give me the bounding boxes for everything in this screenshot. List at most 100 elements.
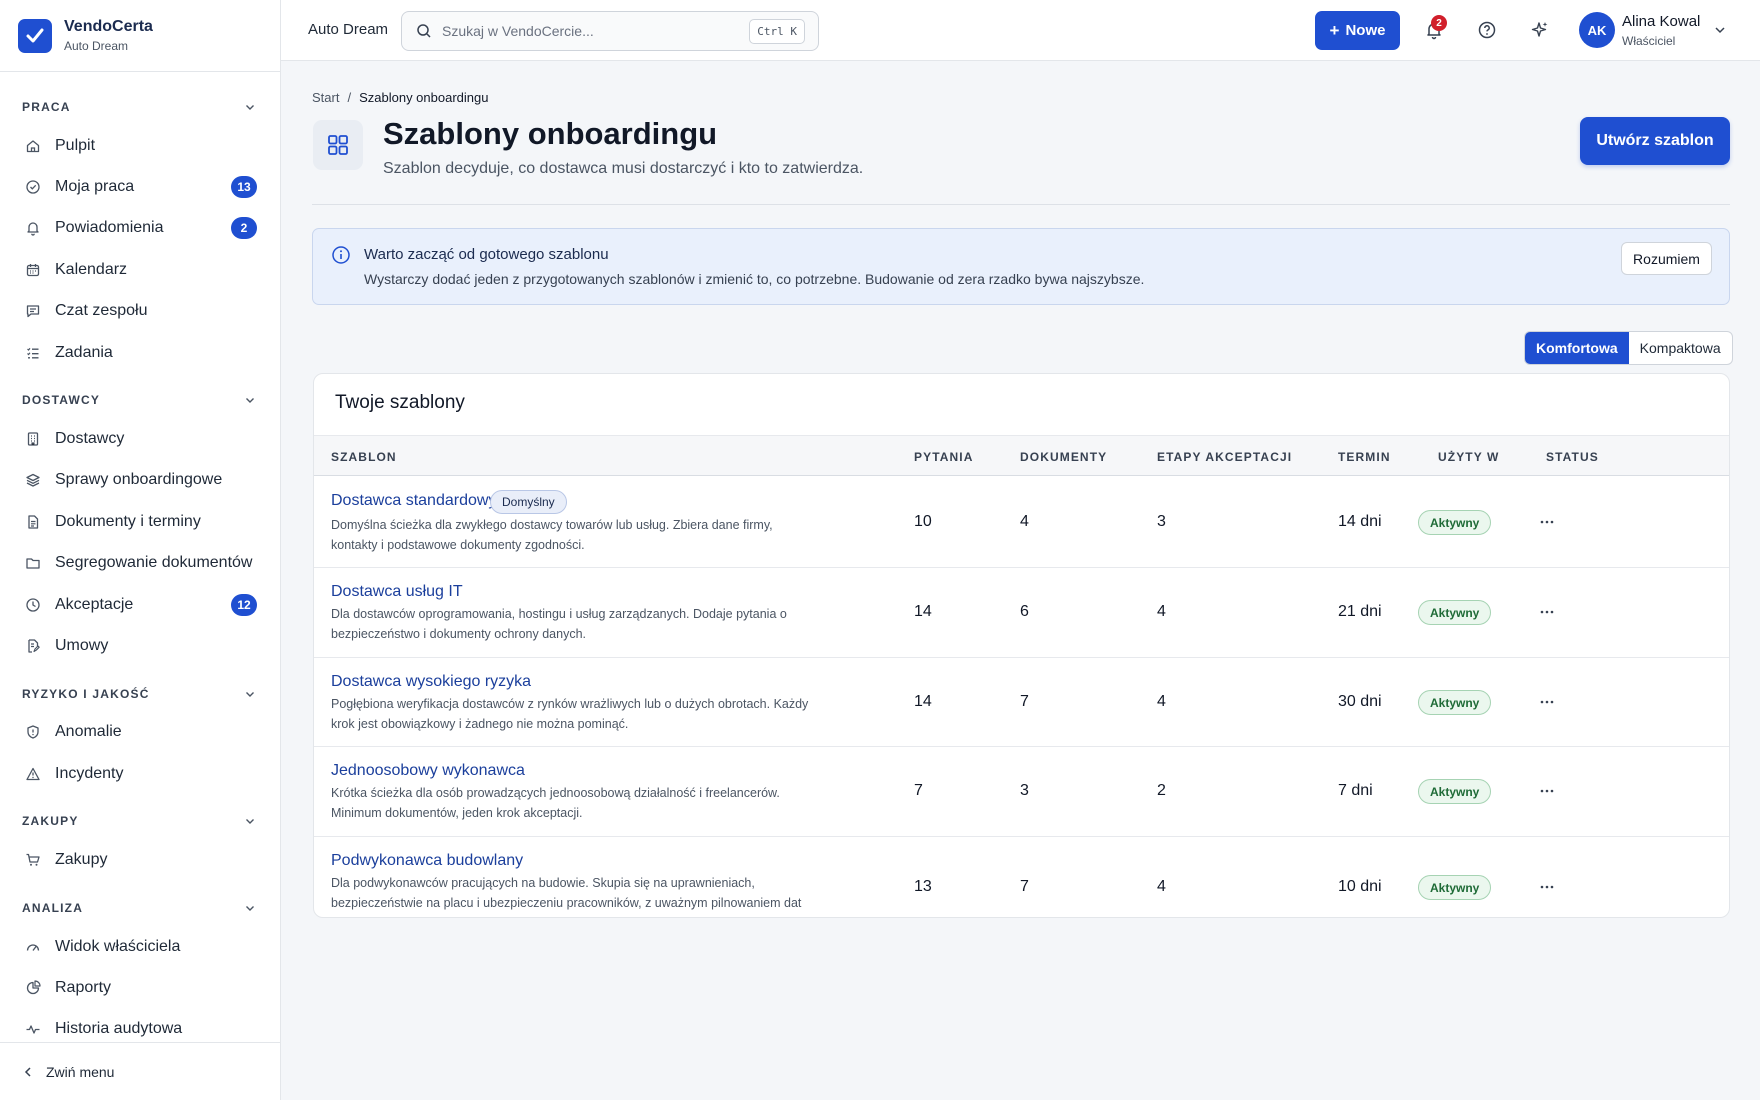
column-header[interactable]: ETAPY AKCEPTACJI [1157, 450, 1292, 464]
column-header[interactable]: STATUS [1546, 450, 1599, 464]
activity-icon [26, 1025, 40, 1034]
logo-check-icon [18, 18, 52, 53]
sidebar-item[interactable]: Sprawy onboardingowe [0, 460, 280, 501]
dismiss-button[interactable]: Rozumiem [1621, 242, 1712, 275]
count-badge: 13 [231, 176, 257, 199]
sidebar-item[interactable]: Zadania [0, 332, 280, 373]
sidebar-item[interactable]: Kalendarz [0, 249, 280, 290]
nav-section-label: ZAKUPY [22, 814, 79, 829]
template-name-link[interactable]: Dostawca usług IT [331, 583, 463, 601]
sidebar-item[interactable]: Zakupy [0, 839, 280, 880]
template-name-link[interactable]: Jednoosobowy wykonawca [331, 762, 525, 780]
collapse-menu-button[interactable]: Zwiń menu [0, 1042, 280, 1100]
sidebar-item-label: Raporty [55, 978, 112, 996]
cell-term: 10 dni [1338, 878, 1382, 895]
chevron-down-icon [246, 819, 254, 825]
chat-icon [26, 305, 40, 318]
cell-term: 14 dni [1338, 513, 1382, 530]
search-box[interactable]: Ctrl K [401, 11, 819, 51]
info-banner: Warto zacząć od gotowego szablonu Wystar… [312, 228, 1730, 305]
sidebar-nav: PRACA Pulpit Moja praca 13 Powiadomienia 2 Kal… [0, 72, 280, 1050]
sidebar-item-label: Czat zespołu [55, 302, 148, 320]
more-actions-icon[interactable] [1539, 783, 1555, 799]
column-header[interactable]: PYTANIA [914, 450, 973, 464]
cell-term: 21 dni [1338, 603, 1382, 620]
divider [312, 204, 1730, 205]
nav-section-header[interactable]: PRACA [0, 89, 280, 125]
sidebar-item-label: Kalendarz [55, 260, 128, 278]
sidebar-item[interactable]: Anomalie [0, 712, 280, 753]
sidebar-item[interactable]: Moja praca 13 [0, 166, 280, 207]
org-switcher[interactable]: Auto Dream [308, 21, 388, 38]
table-row[interactable]: Dostawca usług IT Dla dostawców oprogramo… [314, 568, 1729, 658]
table-row[interactable]: Jednoosobowy wykonawca Krótka ścieżka dla… [314, 747, 1729, 837]
table-header: SZABLON PYTANIA DOKUMENTY ETAPY AKCEPTAC… [314, 435, 1729, 476]
density-toggle: Komfortowa Kompaktowa [1524, 331, 1733, 365]
table-row[interactable]: Dostawca wysokiego ryzyka Pogłębiona wery… [314, 658, 1729, 747]
grid-icon [313, 120, 363, 170]
template-name-link[interactable]: Podwykonawca budowlany [331, 852, 523, 870]
sidebar-item[interactable]: Incydenty [0, 753, 280, 794]
create-template-button[interactable]: Utwórz szablon [1580, 117, 1730, 165]
template-name-link[interactable]: Dostawca standardowy [331, 492, 496, 510]
avatar[interactable]: AK [1579, 12, 1615, 48]
nav-section-header[interactable]: ANALIZA [0, 890, 280, 926]
brand[interactable]: VendoCerta Auto Dream [0, 0, 280, 72]
more-actions-icon[interactable] [1539, 694, 1555, 710]
pie-chart-icon [26, 980, 41, 995]
template-name-link[interactable]: Dostawca wysokiego ryzyka [331, 673, 531, 691]
chevron-down-icon[interactable] [1713, 23, 1727, 37]
new-button[interactable]: + Nowe [1315, 11, 1400, 50]
info-icon [331, 245, 351, 265]
sidebar-item-label: Widok właściciela [55, 937, 181, 955]
count-badge: 2 [231, 217, 257, 240]
sidebar-item[interactable]: Raporty [0, 967, 280, 1008]
sidebar-item-label: Dostawcy [55, 430, 125, 448]
sidebar-item[interactable]: Widok właściciela [0, 926, 280, 967]
sidebar-item-label: Powiadomienia [55, 219, 164, 237]
cell-stages: 3 [1157, 513, 1166, 530]
nav-section-label: PRACA [22, 100, 71, 114]
search-input[interactable] [442, 23, 742, 39]
sidebar-item[interactable]: Dostawcy [0, 418, 280, 459]
density-compact-button[interactable]: Kompaktowa [1629, 332, 1732, 364]
templates-card: Twoje szablony SZABLON PYTANIA DOKUMENTY… [313, 373, 1730, 918]
column-header[interactable]: SZABLON [331, 450, 397, 464]
search-shortcut: Ctrl K [749, 19, 805, 44]
sparkle-icon[interactable] [1530, 20, 1550, 40]
chevron-down-icon [246, 905, 254, 911]
main-content: Start / Szablony onboardingu Szablony on… [281, 61, 1760, 1100]
home-icon [26, 140, 40, 152]
table-row[interactable]: Podwykonawca budowlany Dla podwykonawców … [314, 837, 1729, 917]
sidebar-item[interactable]: Umowy [0, 625, 280, 666]
help-icon[interactable] [1477, 20, 1497, 40]
breadcrumb-current: Szablony onboardingu [359, 90, 489, 105]
breadcrumb-home[interactable]: Start [312, 90, 339, 105]
table-row[interactable]: Dostawca standardowy Domyślny Domyślna ści… [314, 477, 1729, 568]
sidebar-item[interactable]: Pulpit [0, 125, 280, 166]
column-header[interactable]: UŻYTY W [1438, 450, 1499, 464]
sidebar-item-label: Moja praca [55, 178, 135, 196]
cell-stages: 4 [1157, 878, 1166, 895]
more-actions-icon[interactable] [1539, 879, 1555, 895]
more-actions-icon[interactable] [1539, 514, 1555, 530]
sidebar-item[interactable]: Czat zespołu [0, 291, 280, 332]
sidebar-item-label: Dokumenty i terminy [55, 512, 201, 530]
status-badge: Aktywny [1418, 779, 1492, 804]
nav-section-header[interactable]: DOSTAWCY [0, 382, 280, 418]
clock-icon [26, 597, 40, 612]
sidebar-item[interactable]: Akceptacje 12 [0, 584, 280, 625]
sidebar-item[interactable]: Segregowanie dokumentów [0, 543, 280, 584]
layers-icon [26, 474, 40, 488]
card-title: Twoje szablony [335, 392, 465, 413]
nav-section-header[interactable]: ZAKUPY [0, 803, 280, 839]
more-actions-icon[interactable] [1539, 604, 1555, 620]
density-comfortable-button[interactable]: Komfortowa [1525, 332, 1629, 364]
user-name[interactable]: Alina Kowal [1622, 13, 1700, 30]
cell-documents: 6 [1020, 603, 1029, 620]
column-header[interactable]: TERMIN [1338, 450, 1391, 464]
nav-section-header[interactable]: RYZYKO I JAKOŚĆ [0, 676, 280, 712]
sidebar-item[interactable]: Powiadomienia 2 [0, 208, 280, 249]
column-header[interactable]: DOKUMENTY [1020, 450, 1107, 464]
sidebar-item[interactable]: Dokumenty i terminy [0, 501, 280, 542]
